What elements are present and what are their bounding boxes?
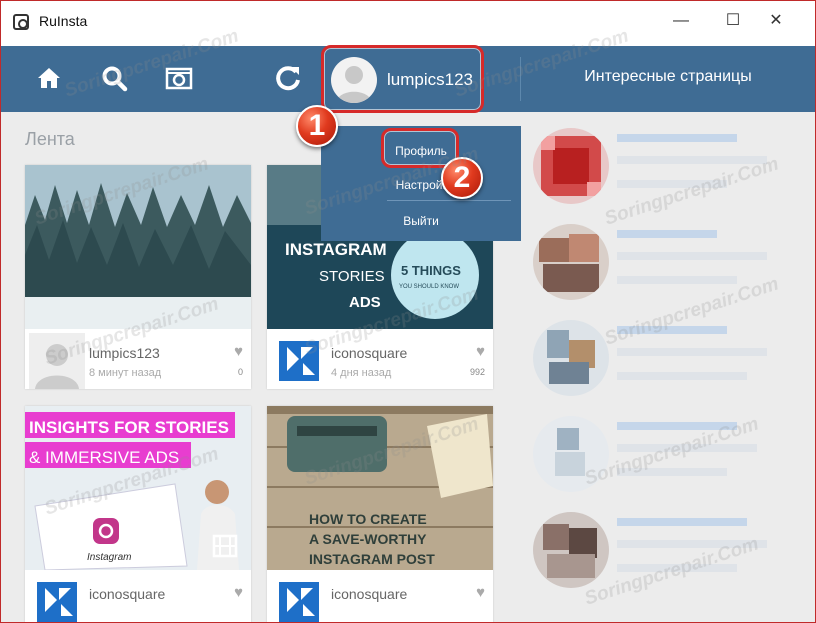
post-username[interactable]: lumpics123 bbox=[89, 345, 160, 361]
suggestion-item[interactable] bbox=[521, 504, 815, 600]
avatar bbox=[533, 224, 609, 300]
image-text-3: ADS bbox=[349, 294, 381, 311]
suggestion-item[interactable] bbox=[521, 312, 815, 408]
menu-divider bbox=[387, 200, 511, 201]
heart-icon[interactable]: ♥ bbox=[234, 343, 243, 360]
avatar bbox=[533, 416, 609, 492]
image-text-4: 5 THINGS bbox=[401, 263, 461, 278]
minimize-button[interactable]: — bbox=[666, 9, 696, 33]
home-icon[interactable] bbox=[35, 64, 65, 94]
camera-icon[interactable] bbox=[164, 64, 194, 94]
image-text-3: INSTAGRAM POST bbox=[309, 551, 435, 567]
post-time: 4 дня назад bbox=[331, 367, 392, 379]
image-text-1: INSTAGRAM bbox=[285, 240, 387, 259]
image-text-3: Instagram bbox=[87, 552, 131, 563]
menu-item-settings[interactable]: Настройки bbox=[325, 178, 525, 192]
likes-count: 0 bbox=[237, 367, 243, 377]
heart-icon[interactable]: ♥ bbox=[476, 584, 485, 601]
post-username[interactable]: iconosquare bbox=[89, 586, 165, 602]
suggestion-item[interactable] bbox=[521, 216, 815, 312]
step-marker-2: 2 bbox=[441, 157, 483, 199]
maximize-button[interactable]: ☐ bbox=[718, 9, 748, 33]
post-username[interactable]: iconosquare bbox=[331, 345, 407, 361]
post-image: HOW TO CREATE A SAVE-WORTHY INSTAGRAM PO… bbox=[267, 406, 493, 570]
feed-title: Лента bbox=[25, 129, 75, 149]
film-icon[interactable] bbox=[211, 532, 241, 562]
menu-item-logout[interactable]: Выйти bbox=[321, 214, 521, 228]
post-footer: iconosquare ♥ bbox=[25, 570, 251, 622]
heart-icon[interactable]: ♥ bbox=[234, 584, 243, 601]
title-bar: RuInsta — ☐ ✕ bbox=[1, 1, 815, 46]
iconosquare-logo-icon bbox=[29, 574, 85, 622]
interesting-pages-panel bbox=[521, 112, 815, 622]
post-footer: iconosquare 4 дня назад ♥ 992 bbox=[267, 329, 493, 389]
app-logo-icon bbox=[13, 14, 29, 30]
image-text-5: YOU SHOULD KNOW bbox=[399, 284, 459, 290]
feed-card[interactable]: HOW TO CREATE A SAVE-WORTHY INSTAGRAM PO… bbox=[267, 406, 493, 622]
image-text-2: A SAVE-WORTHY bbox=[309, 531, 427, 547]
post-time: 8 минут назад bbox=[89, 367, 162, 379]
close-button[interactable]: ✕ bbox=[761, 9, 791, 33]
likes-count: 992 bbox=[469, 367, 485, 377]
iconosquare-logo-icon bbox=[271, 333, 327, 389]
image-text-1: HOW TO CREATE bbox=[309, 511, 427, 527]
heart-icon[interactable]: ♥ bbox=[476, 343, 485, 360]
avatar bbox=[533, 512, 609, 588]
post-username[interactable]: iconosquare bbox=[331, 586, 407, 602]
profile-highlight bbox=[321, 45, 484, 113]
post-footer: iconosquare ♥ bbox=[267, 570, 493, 622]
avatar bbox=[533, 320, 609, 396]
interesting-pages-button[interactable]: Интересные страницы bbox=[521, 68, 815, 86]
iconosquare-logo-icon bbox=[271, 574, 327, 622]
avatar bbox=[533, 128, 609, 204]
avatar bbox=[29, 333, 85, 389]
feed-card[interactable]: lumpics123 8 минут назад ♥ 0 bbox=[25, 165, 251, 389]
app-window: RuInsta — ☐ ✕ Интересные страницы lumpic… bbox=[0, 0, 816, 623]
image-text-2: STORIES bbox=[319, 268, 385, 285]
feed-card[interactable]: INSIGHTS FOR STORIES & IMMERSIVE ADS Ins… bbox=[25, 406, 251, 622]
window-title: RuInsta bbox=[39, 13, 88, 29]
suggestion-item[interactable] bbox=[521, 120, 815, 216]
post-footer: lumpics123 8 минут назад ♥ 0 bbox=[25, 329, 251, 389]
post-image bbox=[25, 165, 251, 329]
image-text-2: & IMMERSIVE ADS bbox=[29, 448, 179, 467]
step-marker-1: 1 bbox=[296, 105, 338, 147]
refresh-icon[interactable] bbox=[274, 64, 304, 94]
image-text-1: INSIGHTS FOR STORIES bbox=[29, 418, 229, 437]
suggestion-item[interactable] bbox=[521, 408, 815, 504]
search-icon[interactable] bbox=[100, 64, 130, 94]
